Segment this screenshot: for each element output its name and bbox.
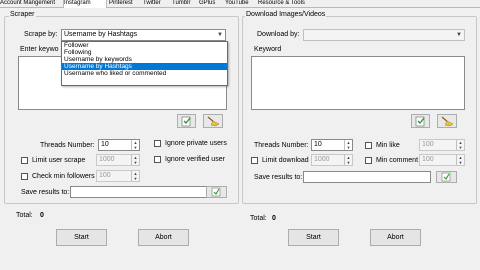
limit-download-checkbox[interactable] (251, 157, 258, 164)
scrape-by-value: Username by Hashtags (64, 31, 138, 38)
download-keyword-label: Keyword (254, 46, 282, 53)
spinner-icon[interactable]: ▲ ▼ (131, 140, 139, 150)
threads-value: 10 (101, 141, 109, 148)
clear-keyword-button[interactable] (203, 114, 223, 128)
tab-gplus[interactable]: GPlus (199, 0, 221, 7)
tab-bar: Account Mangement Instagram Pinterest Tw… (0, 0, 480, 8)
check-min-followers-checkbox[interactable] (21, 173, 28, 180)
save-results-input[interactable] (70, 186, 227, 198)
option-username-by-keywords[interactable]: Username by keywords (62, 56, 227, 63)
download-save-results-input[interactable] (303, 171, 431, 183)
start-button[interactable]: Start (56, 229, 107, 246)
limit-scrape-checkbox[interactable] (21, 157, 28, 164)
option-username-who-liked[interactable]: Username who liked or commented (62, 70, 227, 77)
download-clear-keyword-button[interactable] (437, 114, 457, 128)
chevron-down-icon: ▼ (456, 32, 462, 38)
download-total-label: Total: (250, 215, 267, 222)
ignore-private-label: Ignore private users (165, 140, 227, 147)
add-keyword-icon (181, 116, 191, 127)
min-comment-input[interactable]: 100 ▲ ▼ (419, 154, 465, 166)
min-comment-label: Min comment (376, 157, 419, 164)
option-following[interactable]: Following (62, 49, 227, 56)
min-followers-input[interactable]: 100 ▲ ▼ (96, 170, 140, 182)
ignore-verified-label: Ignore verified user (165, 156, 225, 163)
limit-scrape-value: 1000 (99, 156, 115, 163)
download-threads-label: Threads Number: (254, 142, 309, 149)
download-add-keyword-button[interactable] (411, 114, 430, 128)
download-abort-button[interactable]: Abort (370, 229, 421, 246)
limit-scrape-input[interactable]: 1000 ▲ ▼ (96, 154, 140, 166)
min-like-label: Min like (376, 142, 400, 149)
spinner-icon[interactable]: ▲ ▼ (344, 155, 352, 165)
min-like-value: 100 (422, 141, 434, 148)
threads-label: Threads Number: (40, 142, 95, 149)
ignore-verified-checkbox[interactable] (154, 156, 161, 163)
spinner-icon[interactable]: ▲ ▼ (456, 155, 464, 165)
download-save-results-label: Save results to: (254, 174, 303, 181)
option-username-by-hashtags[interactable]: Username by Hashtags (62, 63, 227, 70)
tab-instagram[interactable]: Instagram (63, 0, 107, 8)
limit-scrape-label: Limit user scrape (32, 157, 86, 164)
spinner-icon[interactable]: ▲ ▼ (344, 140, 352, 150)
ignore-private-checkbox[interactable] (154, 140, 161, 147)
download-by-label: Download by: (257, 31, 300, 38)
tab-pinterest[interactable]: Pinterest (109, 0, 139, 7)
folder-browse-icon (211, 187, 221, 197)
download-by-combobox[interactable]: ▼ (303, 29, 465, 41)
min-like-checkbox[interactable] (365, 142, 372, 149)
broom-clear-icon (207, 116, 220, 127)
add-keyword-icon (415, 116, 425, 127)
spinner-icon[interactable]: ▲ ▼ (131, 171, 139, 181)
save-results-label: Save results to: (21, 189, 70, 196)
threads-number-input[interactable]: 10 ▲ ▼ (98, 139, 140, 151)
scraper-group-label: Scraper (9, 11, 36, 18)
browse-button[interactable] (206, 186, 227, 198)
tab-tumblr[interactable]: Tumblr (172, 0, 195, 7)
check-min-followers-label: Check min followers (32, 173, 95, 180)
limit-download-value: 1000 (314, 156, 330, 163)
download-threads-input[interactable]: 10 ▲ ▼ (311, 139, 353, 151)
min-comment-checkbox[interactable] (365, 157, 372, 164)
folder-browse-icon (441, 172, 451, 182)
spinner-icon[interactable]: ▲ ▼ (131, 155, 139, 165)
min-like-input[interactable]: 100 ▲ ▼ (419, 139, 465, 151)
min-followers-value: 100 (99, 172, 111, 179)
limit-download-input[interactable]: 1000 ▲ ▼ (311, 154, 353, 166)
spinner-icon[interactable]: ▲ ▼ (456, 140, 464, 150)
total-label: Total: (16, 212, 33, 219)
download-threads-value: 10 (314, 141, 322, 148)
tab-youtube[interactable]: YouTube (225, 0, 254, 7)
keyword-label: Enter keywo (20, 46, 59, 53)
option-follower[interactable]: Follower (62, 42, 227, 49)
download-group-label: Download Images/Videos (245, 11, 327, 18)
chevron-down-icon: ▼ (217, 32, 223, 38)
broom-clear-icon (441, 116, 454, 127)
min-comment-value: 100 (422, 156, 434, 163)
tab-twitter[interactable]: Twitter (143, 0, 168, 7)
scrape-by-combobox[interactable]: Username by Hashtags ▼ (61, 29, 226, 41)
add-keyword-button[interactable] (177, 114, 196, 128)
tab-account-management[interactable]: Account Mangement (0, 0, 62, 7)
scrape-by-dropdown: Follower Following Username by keywords … (61, 41, 228, 86)
limit-download-label: Limit download (262, 157, 309, 164)
download-start-button[interactable]: Start (288, 229, 339, 246)
total-value: 0 (40, 212, 44, 219)
tab-resource-tools[interactable]: Resource & Tools (258, 0, 318, 7)
download-browse-button[interactable] (436, 171, 457, 183)
download-keywords-textarea[interactable] (251, 56, 465, 110)
download-total-value: 0 (272, 215, 276, 222)
scrape-by-label: Scrape by: (24, 31, 58, 38)
abort-button[interactable]: Abort (138, 229, 189, 246)
